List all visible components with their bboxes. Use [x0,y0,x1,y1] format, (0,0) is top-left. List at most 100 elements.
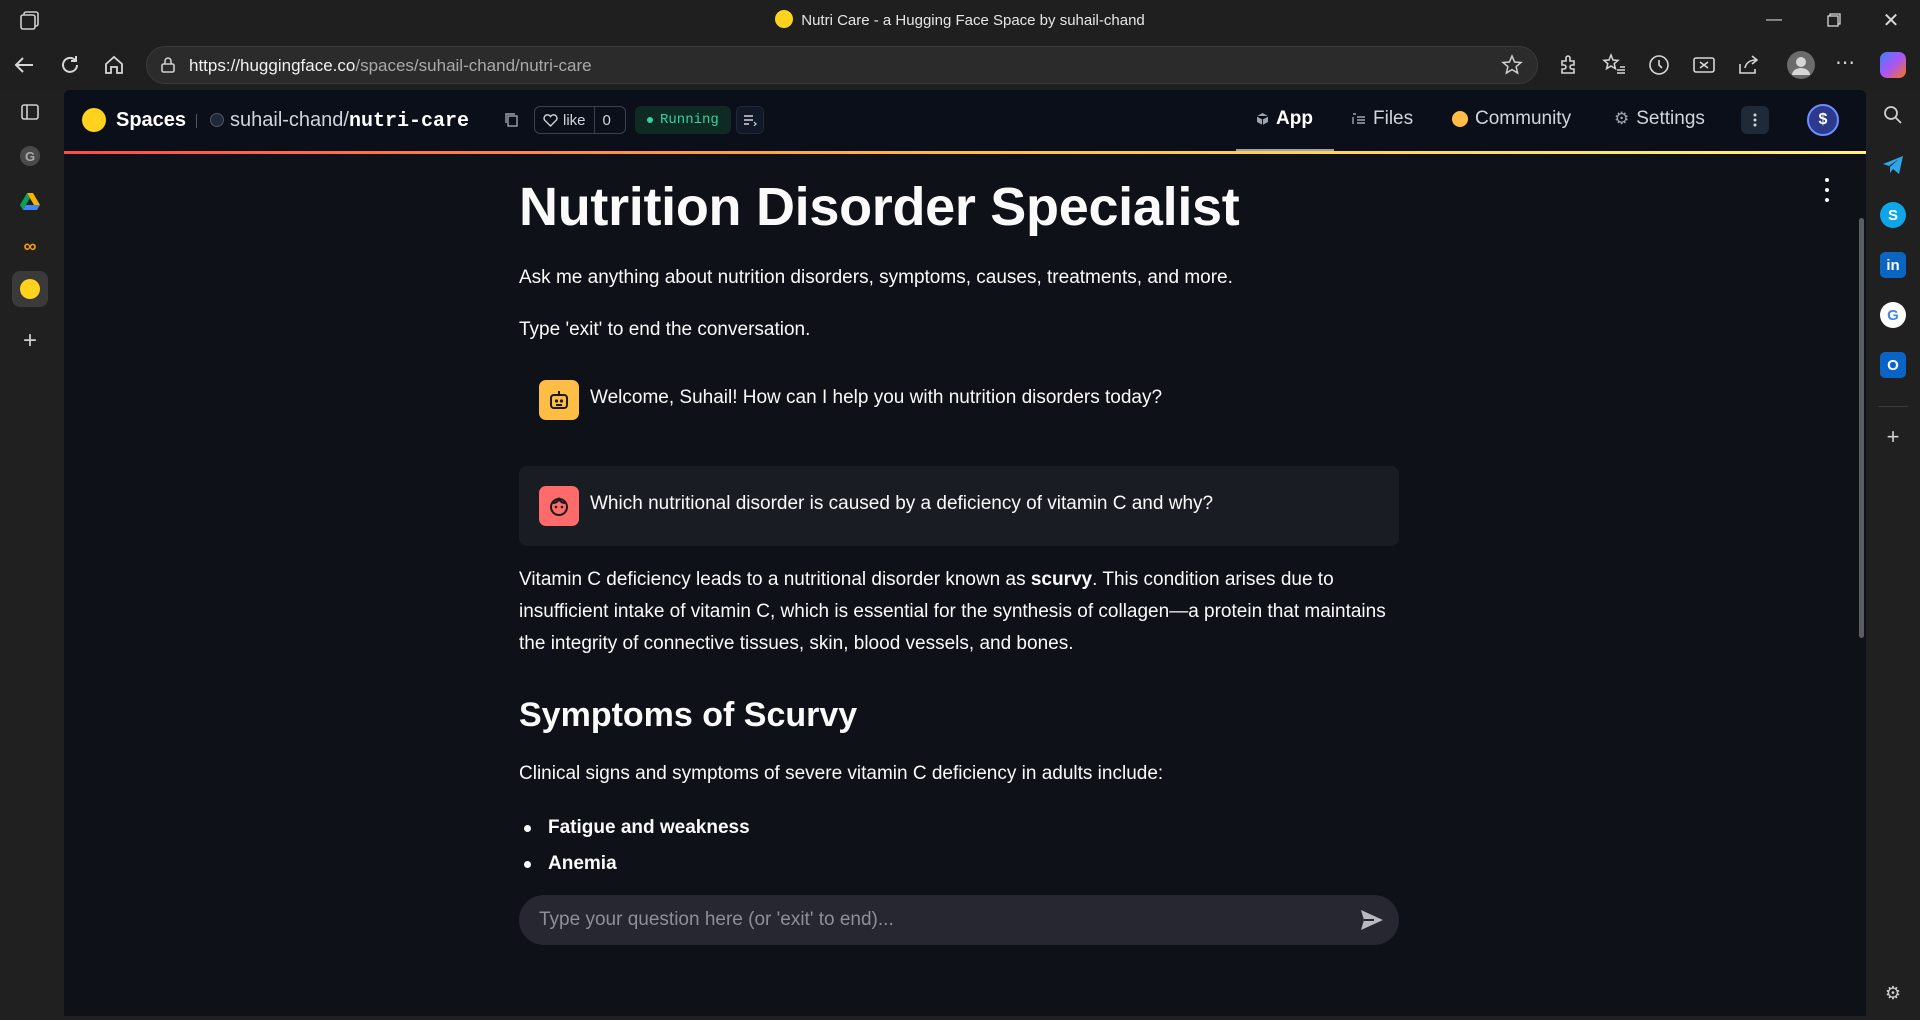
tab-files-label: Files [1373,108,1414,129]
repo-link[interactable]: nutri-care [349,110,469,133]
refresh-icon [62,56,78,73]
share-icon[interactable] [1736,52,1762,78]
user-face-avatar-icon [539,486,579,526]
sidebar-divider [1878,406,1908,407]
section-intro: Clinical signs and symptoms of severe vi… [519,763,1164,784]
restore-button[interactable] [1811,0,1857,40]
repo-path: suhail-chand/nutri-care [210,109,469,133]
linkedin-icon[interactable]: in [1880,252,1906,278]
address-bar[interactable]: https://huggingface.co/spaces/suhail-cha… [146,46,1538,84]
assistant-message-text: Welcome, Suhail! How can I help you with… [590,387,1163,408]
screenshot-icon[interactable] [1691,52,1717,78]
sidebar-toggle-icon[interactable] [12,94,48,130]
scrollbar-thumb[interactable] [1859,218,1864,638]
google-drive-tab-icon[interactable] [12,183,48,219]
more-options-icon[interactable]: ⋯ [1832,52,1858,78]
tab-app[interactable]: App [1256,108,1313,130]
hugging-face-tab-icon[interactable] [12,271,48,307]
sidebar-settings-icon[interactable]: ⚙ [1880,980,1906,1006]
new-tab-icon[interactable]: + [12,323,48,359]
minimize-button[interactable]: — [1751,0,1797,40]
grammarly-tab-icon[interactable]: G [12,138,48,174]
user-avatar[interactable]: $ [1807,104,1839,136]
tab-settings-label: Settings [1636,108,1705,129]
hugging-face-logo-icon[interactable] [82,108,106,132]
send-icon[interactable] [1359,908,1385,932]
refresh-button[interactable] [54,50,86,80]
answer-bold-term: scurvy [1030,569,1093,590]
tab-app-label: App [1276,108,1313,129]
close-window-button[interactable]: ✕ [1868,0,1914,40]
answer-text-line3: the integrity of connective tissues, ski… [519,633,1074,654]
status-dot-icon [647,117,653,123]
page-viewport: Spaces suhail-chand/nutri-care like 0 Ru… [64,90,1866,1016]
status-label: Running [660,112,719,128]
gear-icon: ⚙ [1614,109,1630,128]
chat-input-box [519,895,1399,945]
exit-note: Type 'exit' to end the conversation. [519,319,811,340]
vertical-tab-bar: G ∞ + [0,90,60,1020]
infinity-tab-icon[interactable]: ∞ [12,228,48,264]
kebab-icon [1753,113,1757,127]
answer-paragraph: Vitamin C deficiency leads to a nutritio… [519,564,1386,660]
tab-files[interactable]: Files [1352,108,1413,130]
outlook-icon[interactable]: O [1880,352,1906,378]
url-text[interactable]: https://huggingface.co/spaces/suhail-cha… [189,56,592,76]
profile-avatar-icon[interactable] [1787,51,1815,79]
answer-text-start: Vitamin C deficiency leads to a nutritio… [519,569,1031,590]
google-icon[interactable]: G [1880,302,1906,328]
robot-avatar-icon [539,380,579,420]
assistant-message: Welcome, Suhail! How can I help you with… [519,366,1399,436]
owner-avatar-icon [210,113,224,127]
tab-community[interactable]: Community [1452,108,1571,130]
heart-icon [543,114,558,127]
hugging-face-favicon-icon [775,10,794,28]
tab-settings[interactable]: ⚙ Settings [1614,108,1705,130]
like-count: 0 [602,111,611,129]
back-arrow-icon [14,57,33,73]
favorite-star-icon[interactable] [1501,54,1523,76]
lock-icon[interactable] [159,56,177,74]
answer-text-line1-end: . This condition arises due to [1092,569,1334,590]
page-title: Nutrition Disorder Specialist [519,177,1240,237]
tab-community-label: Community [1475,108,1572,129]
restore-icon [1827,13,1841,27]
intro-text: Ask me anything about nutrition disorder… [519,267,1233,288]
browser-toolbar: https://huggingface.co/spaces/suhail-cha… [0,40,1920,90]
back-button[interactable] [8,50,40,80]
answer-text-line2: insufficient intake of vitamin C, which … [519,601,1386,622]
window-title-bar: Nutri Care - a Hugging Face Space by suh… [0,0,1920,40]
user-message-text: Which nutritional disorder is caused by … [590,493,1214,514]
owner-link[interactable]: suhail-chand [230,109,343,131]
community-icon [1452,111,1468,127]
symptom-list: Fatigue and weakness Anemia [519,810,750,882]
search-icon[interactable] [1880,102,1906,128]
like-label: like [563,111,586,129]
url-path: /spaces/suhail-chand/nutri-care [355,56,592,75]
list-item: Anemia [519,846,750,882]
favorites-icon[interactable] [1601,52,1627,78]
copy-icon[interactable] [504,112,520,128]
app-cube-icon [1256,113,1269,125]
url-host: https://huggingface.co [189,56,356,75]
window-title: Nutri Care - a Hugging Face Space by suh… [0,10,1920,29]
skype-icon[interactable]: S [1880,202,1906,228]
chat-input[interactable] [539,895,1329,945]
add-sidebar-app-icon[interactable]: + [1880,424,1906,450]
home-button[interactable] [98,50,130,80]
spaces-link[interactable]: Spaces [116,109,186,132]
like-button[interactable]: like 0 [534,106,626,134]
logs-icon [744,115,757,126]
scrollbar[interactable] [1856,154,1866,1016]
extensions-icon[interactable] [1556,52,1582,78]
space-logs-button[interactable] [736,106,764,134]
header-gradient-divider [64,151,1866,154]
running-status-badge[interactable]: Running [635,106,731,134]
copilot-icon[interactable] [1880,52,1906,78]
history-icon[interactable] [1646,52,1672,78]
telegram-icon[interactable] [1880,152,1906,178]
section-heading: Symptoms of Scurvy [519,696,858,734]
streamlit-main-menu-button[interactable] [1822,178,1832,202]
edge-right-sidebar: S in G O + ⚙ [1866,90,1920,1020]
space-menu-button[interactable] [1741,106,1769,134]
